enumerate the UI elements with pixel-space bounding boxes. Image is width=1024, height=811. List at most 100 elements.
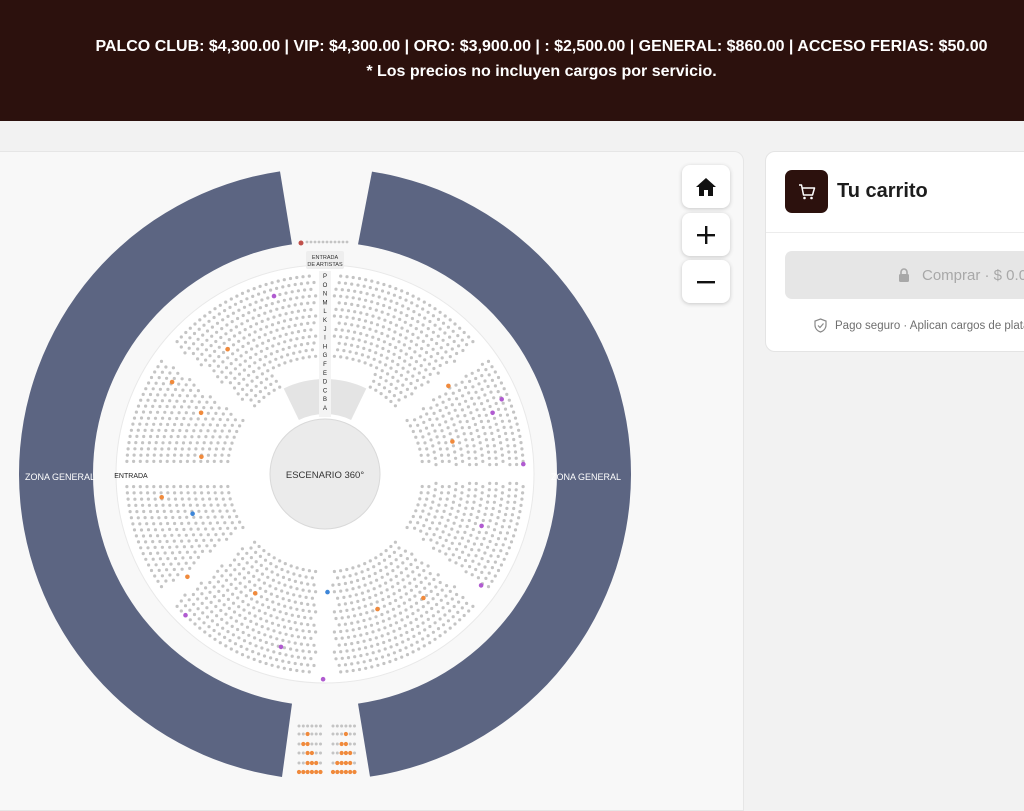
seat[interactable]: [251, 294, 255, 298]
seat[interactable]: [214, 533, 218, 537]
seat[interactable]: [293, 661, 297, 666]
seat[interactable]: [383, 318, 387, 322]
seat[interactable]: [191, 411, 196, 415]
seat[interactable]: [162, 435, 166, 439]
seat[interactable]: [221, 447, 225, 451]
seat[interactable]: [359, 290, 363, 294]
seat[interactable]: [238, 424, 242, 428]
seat[interactable]: [381, 346, 385, 351]
seat[interactable]: [153, 447, 157, 451]
seat[interactable]: [307, 609, 311, 613]
seat[interactable]: [426, 491, 430, 495]
seat[interactable]: [175, 503, 179, 507]
seat[interactable]: [293, 641, 297, 645]
seat[interactable]: [484, 368, 488, 372]
seat[interactable]: [494, 401, 498, 406]
seat[interactable]: [423, 316, 427, 320]
seat[interactable]: [141, 410, 146, 414]
seat[interactable]: [138, 459, 142, 463]
seat[interactable]: [165, 568, 169, 572]
seat[interactable]: [270, 642, 274, 646]
seat-available[interactable]: [278, 644, 284, 650]
seat[interactable]: [185, 459, 189, 463]
seat[interactable]: [206, 533, 210, 537]
seat[interactable]: [160, 370, 164, 374]
seat[interactable]: [359, 612, 363, 616]
seat[interactable]: [509, 404, 514, 408]
seat[interactable]: [272, 336, 276, 340]
seat[interactable]: [443, 331, 447, 335]
seat[interactable]: [201, 521, 205, 525]
seat[interactable]: [223, 423, 227, 427]
seat[interactable]: [266, 369, 270, 373]
seat[interactable]: [507, 525, 511, 529]
seat[interactable]: [171, 578, 175, 582]
seat[interactable]: [432, 366, 436, 371]
seat[interactable]: [380, 612, 384, 617]
seat[interactable]: [371, 335, 375, 339]
seat[interactable]: [152, 522, 156, 526]
seat[interactable]: [242, 608, 246, 612]
seat[interactable]: [293, 282, 297, 287]
seat[interactable]: [486, 525, 490, 529]
seat[interactable]: [458, 503, 462, 507]
seat[interactable]: [420, 484, 424, 489]
seat[interactable]: [312, 321, 316, 325]
seat[interactable]: [372, 357, 376, 361]
seat[interactable]: [431, 597, 435, 601]
seat-available[interactable]: [343, 760, 348, 766]
seat[interactable]: [162, 509, 166, 513]
seat[interactable]: [438, 310, 442, 314]
seat[interactable]: [440, 429, 444, 433]
seat[interactable]: [424, 518, 429, 522]
seat[interactable]: [388, 601, 392, 606]
seat[interactable]: [236, 392, 240, 396]
seat[interactable]: [301, 356, 305, 360]
seat[interactable]: [392, 293, 396, 297]
seat[interactable]: [199, 515, 203, 519]
seat[interactable]: [368, 385, 372, 389]
seat[interactable]: [180, 567, 184, 571]
seat[interactable]: [257, 335, 261, 339]
seat[interactable]: [351, 668, 355, 673]
seat[interactable]: [132, 459, 136, 463]
seat[interactable]: [228, 305, 232, 309]
seat[interactable]: [275, 594, 279, 599]
seat[interactable]: [376, 642, 380, 646]
seat[interactable]: [386, 334, 390, 338]
seat[interactable]: [348, 724, 352, 728]
seat[interactable]: [295, 566, 299, 570]
seat-available[interactable]: [335, 760, 340, 766]
seat[interactable]: [270, 621, 275, 625]
seat[interactable]: [471, 604, 475, 608]
seat[interactable]: [309, 657, 313, 661]
seat[interactable]: [460, 518, 464, 522]
seat[interactable]: [475, 408, 479, 412]
seat[interactable]: [170, 411, 174, 415]
seat[interactable]: [231, 592, 235, 596]
seat[interactable]: [345, 275, 349, 279]
seat[interactable]: [385, 588, 389, 592]
seat[interactable]: [178, 428, 182, 433]
seat-available[interactable]: [375, 606, 380, 612]
seat[interactable]: [426, 617, 430, 621]
seat[interactable]: [314, 569, 318, 574]
seat[interactable]: [295, 648, 299, 652]
seat[interactable]: [465, 419, 469, 424]
seat[interactable]: [421, 509, 425, 513]
seat[interactable]: [444, 420, 448, 424]
seat[interactable]: [242, 377, 246, 381]
seat[interactable]: [299, 601, 304, 605]
seat[interactable]: [304, 595, 308, 599]
seat[interactable]: [206, 515, 210, 519]
seat[interactable]: [263, 611, 267, 615]
seat[interactable]: [309, 287, 313, 291]
seat[interactable]: [168, 417, 172, 421]
seat[interactable]: [334, 616, 338, 621]
seat[interactable]: [496, 554, 500, 558]
seat[interactable]: [351, 296, 355, 300]
seat[interactable]: [380, 289, 385, 293]
seat[interactable]: [202, 538, 206, 542]
seat[interactable]: [150, 428, 154, 432]
seat[interactable]: [242, 567, 246, 571]
